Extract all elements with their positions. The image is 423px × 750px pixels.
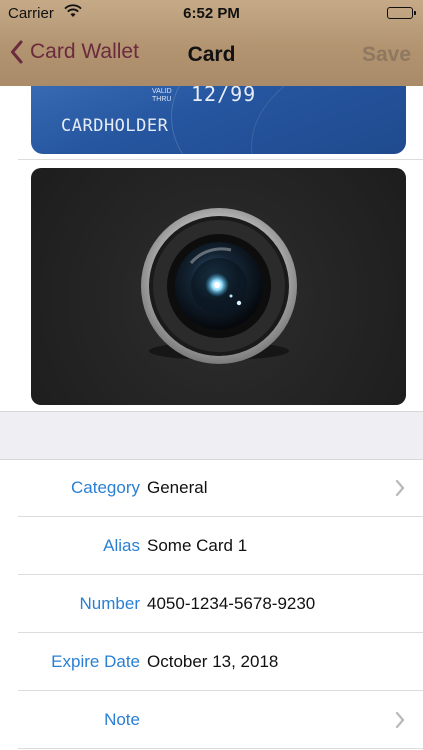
- section-spacer: [0, 411, 423, 460]
- chevron-right-icon: [395, 479, 405, 497]
- card-details-list: Category General Alias Some Card 1 Numbe…: [0, 459, 423, 749]
- valid-label: VALID: [152, 88, 172, 95]
- category-row[interactable]: Category General: [18, 459, 423, 517]
- note-row[interactable]: Note: [18, 691, 423, 749]
- camera-lens-icon: [141, 208, 297, 364]
- expire-date-label: Expire Date: [51, 652, 140, 671]
- expire-date-row[interactable]: Expire Date October 13, 2018: [18, 633, 423, 691]
- alias-field[interactable]: Some Card 1: [147, 536, 247, 556]
- divider: [18, 159, 423, 160]
- category-label: Category: [71, 478, 140, 497]
- save-button[interactable]: Save: [362, 43, 411, 67]
- category-value: General: [147, 478, 208, 497]
- expire-date-field[interactable]: October 13, 2018: [147, 652, 278, 672]
- number-label: Number: [79, 594, 140, 613]
- number-row[interactable]: Number 4050-1234-5678-9230: [18, 575, 423, 633]
- back-button-label: Card Wallet: [30, 40, 139, 63]
- navigation-bar: Card Wallet Card Save: [0, 28, 423, 84]
- clock: 6:52 PM: [183, 5, 240, 22]
- alias-row[interactable]: Alias Some Card 1: [18, 517, 423, 575]
- status-bar: Carrier 6:52 PM: [0, 0, 423, 28]
- valid-thru-label: VALID THRU: [152, 88, 172, 104]
- alias-label: Alias: [103, 536, 140, 555]
- note-label: Note: [104, 710, 140, 729]
- chevron-right-icon: [395, 711, 405, 729]
- card-number-field[interactable]: 4050-1234-5678-9230: [147, 594, 315, 614]
- chevron-left-icon: [11, 40, 23, 64]
- thru-label: THRU: [152, 96, 172, 103]
- battery-icon: [387, 7, 416, 19]
- back-button[interactable]: Card Wallet: [10, 40, 139, 64]
- card-photo-button[interactable]: [31, 168, 406, 405]
- card-holder: CARDHOLDER: [61, 116, 169, 136]
